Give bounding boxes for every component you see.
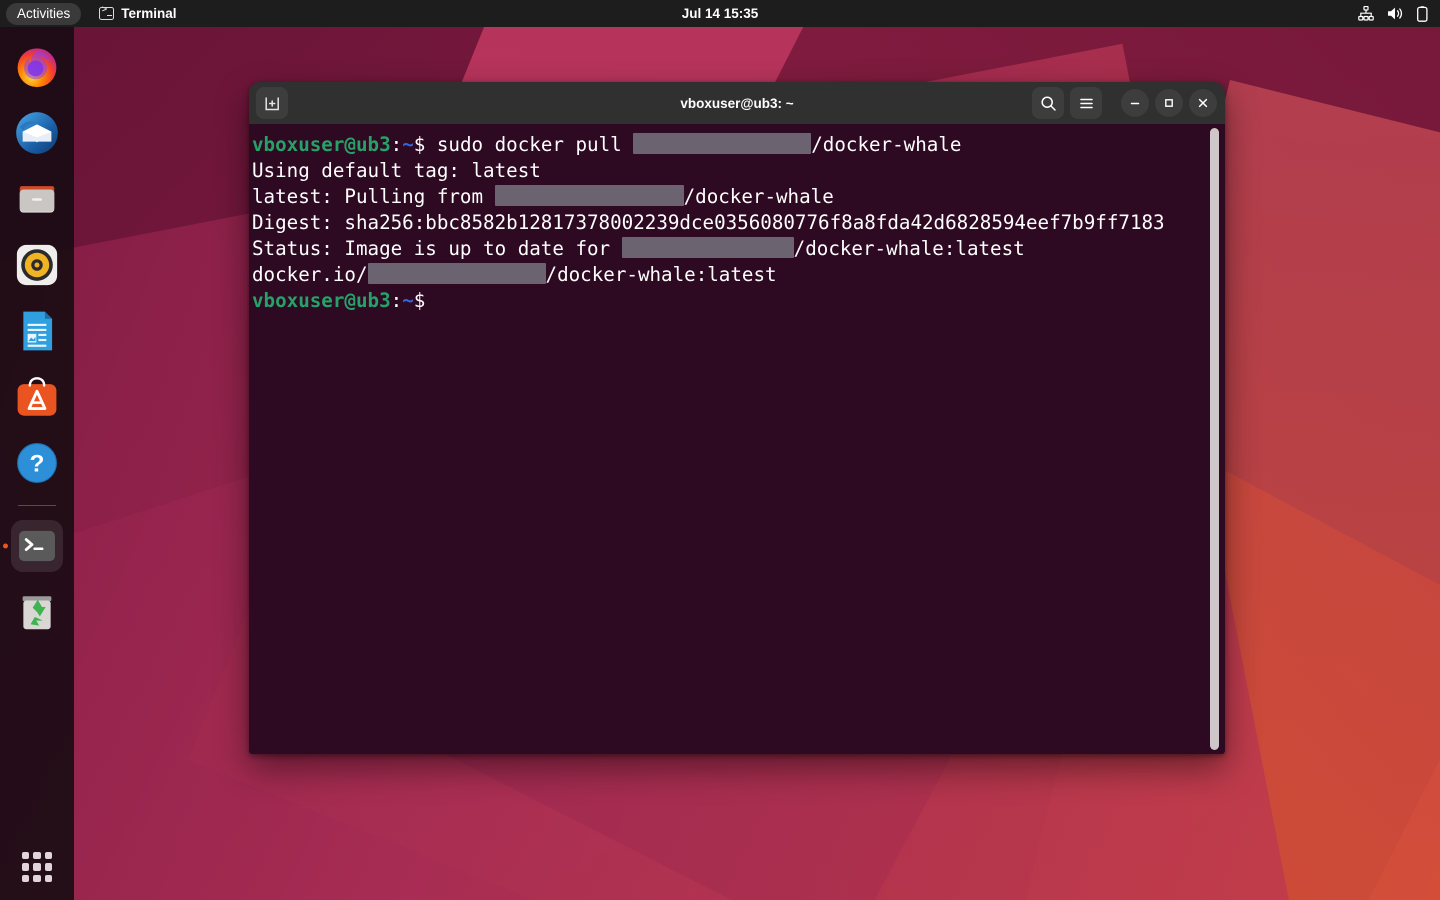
terminal-text: Status: Image is up to date for [252,237,622,260]
terminal-text: /docker-whale [684,185,834,208]
prompt-sigil: $ [414,289,426,312]
prompt-user-host: vboxuser@ub3 [252,133,391,156]
terminal-text: /docker-whale:latest [546,263,777,286]
terminal-text: latest: Pulling from [252,185,495,208]
search-button[interactable] [1032,87,1064,119]
topbar-app-menu[interactable]: Terminal [99,6,176,21]
gnome-top-bar: Activities Terminal Jul 14 15:35 [0,0,1440,27]
terminal-window: vboxuser@ub3: ~ [249,82,1225,754]
minimize-icon [1128,96,1142,110]
terminal-output-line: Status: Image is up to date for /docker-… [252,236,1225,262]
activities-button[interactable]: Activities [6,3,81,25]
prompt-colon: : [391,289,403,312]
ubuntu-dock: ? [0,27,74,900]
clock[interactable]: Jul 14 15:35 [0,6,1440,21]
maximize-icon [1162,96,1176,110]
terminal-output-line: latest: Pulling from /docker-whale [252,184,1225,210]
app-center-icon [14,374,60,420]
close-icon [1196,96,1210,110]
prompt-path: ~ [402,133,414,156]
help-icon: ? [14,440,60,486]
terminal-icon [99,7,114,20]
terminal-icon [14,523,60,569]
trash-icon [14,589,60,635]
terminal-output-line: Digest: sha256:bbc8582b12817378002239dce… [252,210,1225,236]
terminal-output: vboxuser@ub3:~$ sudo docker pull /docker… [249,124,1225,314]
prompt-colon: : [391,133,403,156]
files-icon [14,176,60,222]
terminal-prompt-line: vboxuser@ub3:~$ [252,288,1225,314]
dock-item-help[interactable]: ? [11,437,63,489]
terminal-text: docker.io/ [252,263,368,286]
terminal-titlebar[interactable]: vboxuser@ub3: ~ [249,82,1225,124]
hamburger-menu-icon [1078,95,1095,112]
system-tray[interactable] [1358,6,1428,22]
new-tab-button[interactable] [256,87,288,119]
volume-icon [1387,6,1404,21]
libreoffice-writer-icon [14,308,60,354]
terminal-output-line: Using default tag: latest [252,158,1225,184]
dock-item-files[interactable] [11,173,63,225]
redacted-text [368,263,546,284]
network-icon [1358,6,1374,21]
redacted-text [633,133,811,154]
dock-item-app-center[interactable] [11,371,63,423]
thunderbird-icon [14,110,60,156]
close-button[interactable] [1189,89,1217,117]
terminal-output-line: docker.io/ /docker-whale:latest [252,262,1225,288]
apps-grid-icon [22,852,52,882]
dock-item-libreoffice-writer[interactable] [11,305,63,357]
terminal-body[interactable]: vboxuser@ub3:~$ sudo docker pull /docker… [249,124,1225,754]
minimize-button[interactable] [1121,89,1149,117]
dock-item-rhythmbox[interactable] [11,239,63,291]
terminal-text: /docker-whale:latest [794,237,1025,260]
terminal-prompt-line: vboxuser@ub3:~$ sudo docker pull /docker… [252,132,1225,158]
prompt-sigil: $ [414,133,426,156]
terminal-text: sudo docker pull [425,133,633,156]
svg-text:?: ? [30,451,45,478]
dock-item-terminal[interactable] [11,520,63,572]
terminal-text: /docker-whale [811,133,961,156]
dock-item-firefox[interactable] [11,41,63,93]
redacted-text [622,237,794,258]
maximize-button[interactable] [1155,89,1183,117]
redacted-text [495,185,684,206]
dock-item-trash[interactable] [11,586,63,638]
new-tab-icon [264,95,281,112]
menu-button[interactable] [1070,87,1102,119]
battery-icon [1417,6,1428,22]
topbar-app-name: Terminal [121,6,176,21]
dock-item-thunderbird[interactable] [11,107,63,159]
show-applications-button[interactable] [0,852,74,882]
dock-separator [18,505,56,506]
prompt-path: ~ [402,289,414,312]
prompt-user-host: vboxuser@ub3 [252,289,391,312]
terminal-scrollbar[interactable] [1210,128,1219,750]
rhythmbox-icon [14,242,60,288]
desktop-screen: Activities Terminal Jul 14 15:35 [0,0,1440,900]
search-icon [1040,95,1057,112]
firefox-icon [14,44,60,90]
terminal-text: Digest: sha256:bbc8582b12817378002239dce… [252,211,1165,234]
terminal-text: Using default tag: latest [252,159,541,182]
